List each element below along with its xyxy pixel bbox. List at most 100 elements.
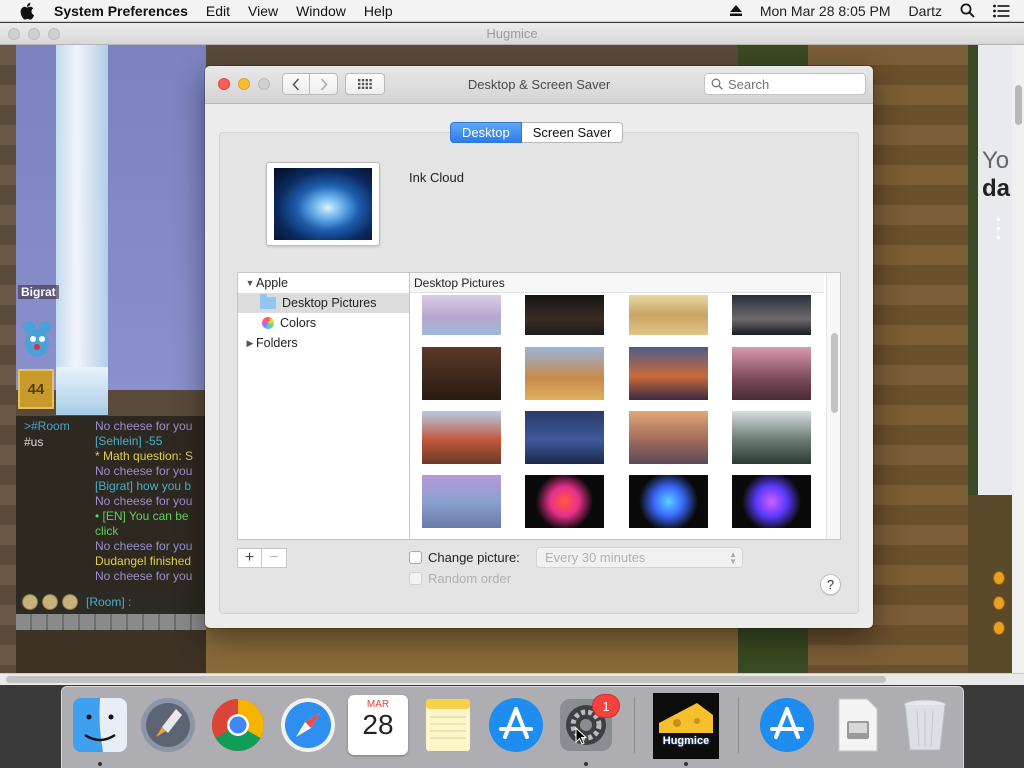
launchpad-icon[interactable] (138, 695, 198, 755)
chat-line: No cheese for you (95, 419, 193, 433)
source-item-colors[interactable]: Colors (238, 313, 409, 333)
chat-shaman-icon[interactable] (42, 594, 58, 610)
chrome-icon[interactable] (208, 695, 268, 755)
chat-line: No cheese for you (95, 539, 193, 553)
disk-image-icon[interactable] (827, 695, 887, 755)
change-picture-checkbox-row[interactable]: Change picture: (409, 550, 520, 565)
calendar-icon[interactable]: MAR 28 (348, 695, 408, 755)
app-store-icon[interactable] (486, 695, 546, 755)
chat-line: No cheese for you (95, 569, 193, 583)
menu-app-name[interactable]: System Preferences (54, 3, 188, 19)
app-store-download-icon[interactable] (757, 695, 817, 755)
spotlight-search-icon[interactable] (960, 3, 975, 18)
game-chat-panel: >#Room #us No cheese for you [Sehlein] -5… (16, 416, 206, 591)
source-group-label: Folders (256, 336, 298, 350)
chat-channel-tab[interactable]: >#Room (24, 419, 70, 434)
cheese-icon (659, 703, 713, 733)
hugmice-icon[interactable]: Hugmice (653, 693, 719, 759)
dock: MAR 28 Hugmice (61, 686, 964, 768)
chat-line: No cheese for you (95, 494, 193, 508)
menu-datetime[interactable]: Mon Mar 28 8:05 PM (760, 3, 891, 19)
prefs-tab-control: Desktop Screen Saver (450, 122, 624, 143)
menu-edit[interactable]: Edit (206, 3, 230, 19)
wallpaper-thumbnail[interactable] (422, 295, 501, 335)
search-icon (711, 78, 723, 90)
finder-icon[interactable] (70, 695, 130, 755)
menu-help[interactable]: Help (364, 3, 393, 19)
random-order-checkbox-row[interactable]: Random order (409, 571, 511, 586)
chat-line: [Sehlein] -55 (95, 434, 163, 448)
wallpaper-thumbnail[interactable] (732, 411, 811, 464)
wallpaper-thumbnail[interactable] (629, 411, 708, 464)
wallpaper-thumbnail[interactable] (525, 295, 604, 335)
game-underground (16, 630, 206, 673)
eject-icon[interactable] (729, 5, 742, 16)
remove-folder-button[interactable]: − (262, 548, 287, 568)
gallery-scroll-thumb[interactable] (831, 333, 838, 413)
game-ice-block (56, 367, 108, 415)
chat-input-bar[interactable]: [Room] : (16, 590, 206, 614)
notes-icon[interactable] (418, 695, 478, 755)
chat-channel-sub[interactable]: #us (24, 435, 43, 450)
chat-input-label[interactable]: [Room] : (86, 595, 131, 609)
notification-badge: 1 (592, 694, 620, 718)
apple-menu-icon[interactable] (18, 2, 38, 20)
game-horizontal-scrollbar[interactable] (0, 673, 1024, 685)
change-interval-popup[interactable]: Every 30 minutes ▲ ▼ (536, 547, 743, 568)
menu-user[interactable]: Dartz (909, 3, 942, 19)
wallpaper-thumbnail[interactable] (732, 295, 811, 335)
wallpaper-thumbnail[interactable] (525, 347, 604, 400)
wallpaper-thumbnail[interactable] (732, 475, 811, 528)
chat-line: Dudangel finished (95, 554, 192, 568)
disclosure-open-icon[interactable]: ▼ (244, 278, 256, 288)
chat-log: No cheese for you [Sehlein] -55 * Math que… (95, 419, 207, 584)
source-group-folders[interactable]: ▶ Folders (238, 333, 409, 353)
wallpaper-thumbnail[interactable] (422, 475, 501, 528)
menu-window[interactable]: Window (296, 3, 346, 19)
game-titlebar: Hugmice (0, 23, 1024, 45)
wallpaper-thumbnail[interactable] (629, 295, 708, 335)
chat-line: [Bigrat] how you b (95, 479, 192, 493)
tab-screen-saver[interactable]: Screen Saver (521, 122, 624, 143)
game-minimize-button[interactable] (28, 28, 40, 40)
game-horizontal-scroll-thumb[interactable] (6, 676, 886, 683)
prefs-search-field[interactable] (704, 73, 866, 95)
wallpaper-thumbnail[interactable] (732, 347, 811, 400)
notification-center-icon[interactable] (993, 4, 1010, 18)
safari-icon[interactable] (278, 695, 338, 755)
gallery-header: Desktop Pictures (410, 273, 824, 293)
wallpaper-thumbnail[interactable] (525, 475, 604, 528)
game-vertical-scroll-thumb[interactable] (1015, 85, 1022, 125)
wallpaper-thumbnail[interactable] (629, 347, 708, 400)
source-item-desktop-pictures[interactable]: Desktop Pictures (238, 293, 409, 313)
wallpaper-thumbnail[interactable] (525, 411, 604, 464)
game-vertical-scrollbar[interactable] (1012, 45, 1024, 673)
menu-view[interactable]: View (248, 3, 278, 19)
game-zoom-button[interactable] (48, 28, 60, 40)
change-picture-label: Change picture: (428, 550, 520, 565)
trash-icon[interactable] (895, 695, 955, 755)
wallpaper-thumbnail[interactable] (422, 411, 501, 464)
help-button[interactable]: ? (820, 574, 841, 595)
add-folder-button[interactable]: + (237, 548, 262, 568)
source-group-apple[interactable]: ▼ Apple (238, 273, 409, 293)
gallery-scrollbar[interactable] (826, 273, 840, 539)
wallpaper-thumbnail[interactable] (422, 347, 501, 400)
wallpaper-thumbnail[interactable] (629, 475, 708, 528)
game-close-button[interactable] (8, 28, 20, 40)
chat-heart-icon[interactable] (22, 594, 38, 610)
change-picture-checkbox[interactable] (409, 551, 422, 564)
chat-line: * Math question: S (95, 449, 194, 463)
random-order-checkbox[interactable] (409, 572, 422, 585)
side-panel-text-2: da (982, 175, 1011, 202)
search-input[interactable] (728, 76, 848, 92)
source-group-label: Apple (256, 276, 288, 290)
chat-line: No cheese for you (95, 464, 193, 478)
chat-house-icon[interactable] (62, 594, 78, 610)
source-list: ▼ Apple Desktop Pictures Colors ▶ Folder… (237, 272, 409, 540)
side-panel-more-icon[interactable] (996, 215, 1001, 241)
wallpaper-gallery: Desktop Pictures (409, 272, 841, 540)
current-wallpaper-name: Ink Cloud (409, 170, 464, 185)
tab-desktop[interactable]: Desktop (450, 122, 522, 143)
disclosure-closed-icon[interactable]: ▶ (244, 338, 256, 349)
